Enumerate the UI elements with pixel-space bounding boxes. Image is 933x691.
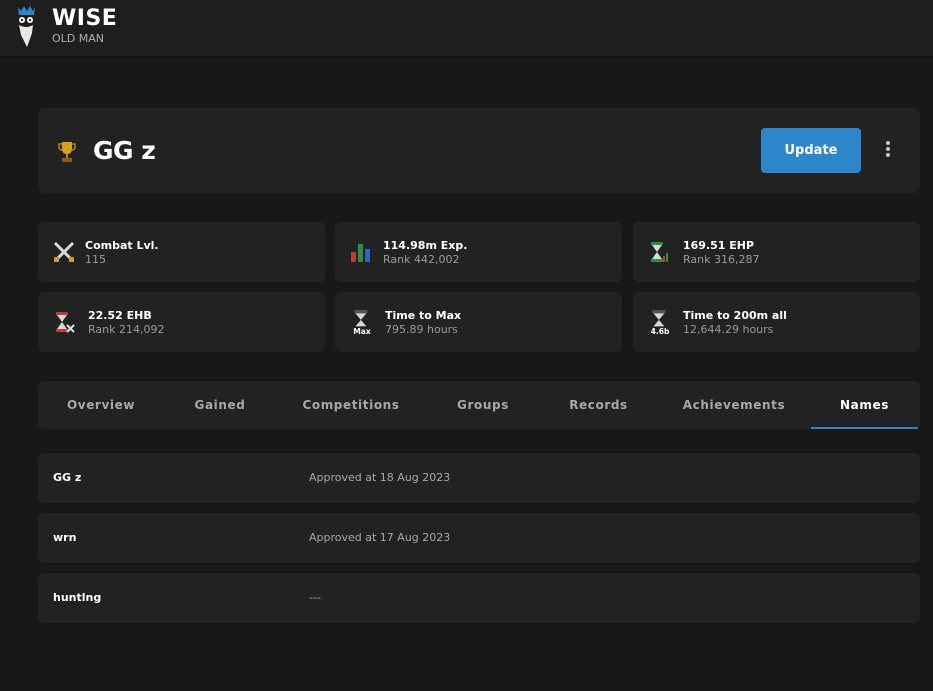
player-header: GG z Update [38, 108, 920, 193]
stat-card-exp: 114.98m Exp. Rank 442,002 [335, 222, 622, 282]
name-change-row: huntlng --- [38, 573, 920, 623]
name-change-name: GG z [53, 471, 82, 484]
tab-names[interactable]: Names [811, 381, 918, 429]
tab-gained[interactable]: Gained [164, 381, 276, 429]
tab-competitions[interactable]: Competitions [276, 381, 426, 429]
more-options-icon[interactable] [883, 141, 893, 161]
overall-exp-icon [351, 244, 370, 262]
tab-groups[interactable]: Groups [426, 381, 540, 429]
name-change-status: Approved at 18 Aug 2023 [309, 471, 451, 484]
player-name: GG z [93, 136, 156, 165]
name-change-status: --- [309, 591, 321, 604]
stat-sub: Rank 214,092 [88, 323, 165, 336]
top-bar: WISE OLD MAN [0, 0, 933, 57]
stat-card-time-to-200m: 4.6b Time to 200m all 12,644.29 hours [633, 292, 920, 352]
stat-sub: 795.89 hours [385, 323, 458, 336]
trophy-icon [58, 142, 76, 162]
stat-card-combat: Combat Lvl. 115 [38, 222, 325, 282]
wise-old-man-logo-icon[interactable] [15, 5, 37, 49]
stat-sub: 12,644.29 hours [683, 323, 774, 336]
stat-value: 22.52 EHB [88, 309, 152, 322]
name-change-row: wrn Approved at 17 Aug 2023 [38, 513, 920, 563]
stat-value: Time to 200m all [683, 309, 787, 322]
brand-subtitle: OLD MAN [52, 32, 104, 45]
stat-value: 169.51 EHP [683, 239, 755, 252]
tab-records[interactable]: Records [540, 381, 657, 429]
tab-overview[interactable]: Overview [38, 381, 164, 429]
tab-achievements[interactable]: Achievements [657, 381, 811, 429]
svg-text:4.6b: 4.6b [651, 327, 670, 336]
profile-tabs: Overview Gained Competitions Groups Reco… [38, 381, 920, 429]
name-change-status: Approved at 17 Aug 2023 [309, 531, 451, 544]
stat-card-ehp: 169.51 EHP Rank 316,287 [633, 222, 920, 282]
ehp-icon [651, 242, 668, 262]
svg-text:Max: Max [353, 327, 371, 336]
active-tab-indicator [811, 427, 918, 429]
stat-card-time-to-max: Max Time to Max 795.89 hours [335, 292, 622, 352]
stat-card-ehb: 22.52 EHB Rank 214,092 [38, 292, 325, 352]
stat-value: 114.98m Exp. [383, 239, 468, 252]
brand-title[interactable]: WISE [52, 6, 117, 31]
stat-sub: Rank 442,002 [383, 253, 460, 266]
name-change-name: wrn [53, 531, 77, 544]
stat-value: Time to Max [385, 309, 462, 322]
stat-value: Combat Lvl. [85, 239, 159, 252]
combat-icon [53, 241, 75, 262]
name-change-name: huntlng [53, 591, 102, 604]
update-button[interactable]: Update [761, 128, 861, 173]
ehb-icon [56, 312, 75, 333]
200m-hourglass-icon: 4.6b [651, 310, 670, 336]
stat-sub: Rank 316,287 [683, 253, 760, 266]
max-hourglass-icon: Max [353, 310, 371, 336]
name-change-row: GG z Approved at 18 Aug 2023 [38, 453, 920, 503]
stat-sub: 115 [85, 253, 106, 266]
